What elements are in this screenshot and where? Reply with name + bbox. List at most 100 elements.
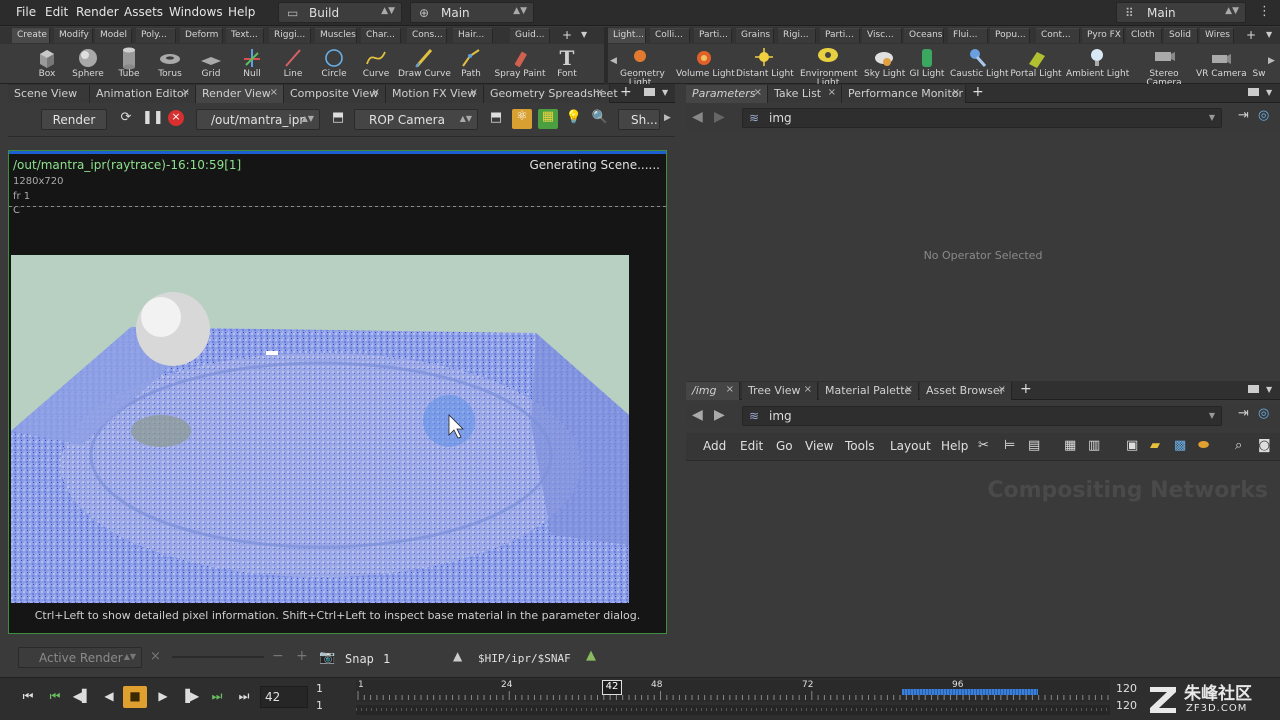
tool-vr-camera[interactable]: VR Camera [1196,46,1247,79]
tool-sky-light[interactable]: Sky Light [864,46,905,79]
snap-value[interactable]: 1 [383,652,390,666]
render-button[interactable]: Render [41,109,107,130]
magnifier-icon[interactable]: 🔍 [590,110,610,130]
menu-windows[interactable]: Windows [169,5,223,19]
tab-geometry-spreadsheet[interactable]: Geometry Spreadsheet × [484,85,618,103]
shelf-tab-lights[interactable]: Light... [608,28,646,43]
shelf-tab-solid[interactable]: Solid [1164,28,1198,43]
maximize-icon[interactable] [644,88,655,96]
shelf-tab-text[interactable]: Text... [226,28,264,43]
region-render-icon[interactable]: ▦ [538,109,558,129]
tab-composite-view[interactable]: Composite View × [284,85,386,103]
menu-overflow-icon[interactable]: ⋮ [1258,4,1271,19]
light-bulb-icon[interactable]: 💡 [564,110,584,130]
tool-circle[interactable]: Circle [318,46,350,79]
back-arrow-icon[interactable]: ◀ [692,109,703,125]
tab-take-list[interactable]: Take List × [768,85,842,103]
shelf-add-icon[interactable]: + [562,28,572,42]
range-start-bottom[interactable]: 1 [316,699,323,712]
pane-menu-icon[interactable]: ▼ [1266,88,1272,97]
tool-tube[interactable]: Tube [114,46,144,79]
network-canvas[interactable]: Compositing Networks [686,462,1280,671]
snap-path[interactable]: $HIP/ipr/$SNAF [478,652,571,665]
tool-line[interactable]: Line [278,46,308,79]
close-icon[interactable]: × [182,87,190,98]
shelf-tab-character[interactable]: Char... [361,28,401,43]
tool-sphere[interactable]: Sphere [70,46,106,79]
shelf-tab-guide[interactable]: Guid... [510,28,550,43]
tab-img-network[interactable]: /img × [686,382,740,400]
close-icon[interactable]: × [150,649,161,664]
close-icon[interactable]: × [372,87,380,98]
menu-layout[interactable]: Layout [890,439,931,453]
back-arrow-icon[interactable]: ◀ [692,407,703,423]
menu-edit[interactable]: Edit [45,5,68,19]
desktop-build-select[interactable]: ▭ Build ▲▼ [278,2,402,23]
tool-path[interactable]: Path [457,46,485,79]
step-back-icon[interactable]: ◀▌ [70,686,94,708]
list-icon[interactable]: ▤ [1028,438,1040,453]
note-icon[interactable]: ▰ [1150,438,1160,453]
tree-icon[interactable]: ⊨ [1004,438,1015,453]
params-path-field[interactable]: ≋ img ▼ [742,108,1222,128]
menu-assets[interactable]: Assets [124,5,163,19]
shelf-tab-modify[interactable]: Modify [54,28,93,43]
shelf-tab-fluids[interactable]: Flui... [948,28,988,43]
prev-key-icon[interactable]: ⏮ [43,686,67,708]
tool-curve[interactable]: Curve [360,46,392,79]
table-icon[interactable]: ▥ [1088,438,1100,453]
window-icon[interactable]: ▣ [1126,438,1138,453]
pane-menu-icon[interactable]: ▼ [662,88,668,97]
add-tab-icon[interactable]: + [1020,381,1032,397]
range-start-top[interactable]: 1 [316,682,323,695]
shelf-tab-constraints[interactable]: Cons... [407,28,447,43]
shelf-tab-oceans[interactable]: Oceans [904,28,944,43]
skip-start-icon[interactable]: ⏮ [16,686,40,708]
timeline-scrollbar[interactable] [356,705,1110,715]
tab-performance-monitor[interactable]: Performance Monitor × [842,85,966,103]
stop-render-icon[interactable]: × [168,110,184,126]
shelf-tab-create[interactable]: Create [12,28,50,43]
grid-view-icon[interactable]: ▦ [1064,438,1076,453]
timeline-cursor[interactable]: 42 [602,680,622,695]
plus-icon[interactable]: + [296,648,308,664]
shelf-menu-icon[interactable]: ▼ [581,30,587,39]
close-icon[interactable]: × [470,87,478,98]
shelf-tab-cloth[interactable]: Cloth [1126,28,1162,43]
toolbar-more-icon[interactable]: ▶ [664,113,671,123]
render-image[interactable] [11,255,629,603]
tool-font[interactable]: T Font [554,46,580,79]
snapshot-slider[interactable] [172,656,264,658]
range-end-top[interactable]: 120 [1116,682,1137,695]
tab-animation-editor[interactable]: Animation Editor × [90,85,196,103]
add-tab-icon[interactable]: + [972,84,984,100]
tab-material-palette[interactable]: Material Palette × [819,382,919,400]
shelf-tab-grains[interactable]: Grains [736,28,774,43]
tool-switcher[interactable]: Sw [1252,46,1266,79]
pause-icon[interactable]: ❚❚ [142,110,164,130]
tool-gi-light[interactable]: GI Light [908,46,946,79]
shelf-tab-collisions[interactable]: Colli... [650,28,690,43]
shelf-tab-wires[interactable]: Wires [1200,28,1234,43]
shelf-menu-icon[interactable]: ▼ [1266,30,1272,39]
close-icon[interactable]: × [754,87,762,98]
menu-view[interactable]: View [805,439,833,453]
tool-volume-light[interactable]: Volume Light [676,46,735,79]
timeline-bar[interactable]: 1 24 48 72 96 42 [356,680,1110,702]
forward-arrow-icon[interactable]: ▶ [714,407,725,423]
desktop-main-select[interactable]: ⊕ Main ▲▼ [410,2,534,23]
shelf-tab-rigging[interactable]: Riggi... [269,28,311,43]
menu-help[interactable]: Help [941,439,968,453]
shelf-tab-hair[interactable]: Hair... [453,28,493,43]
tool-draw-curve[interactable]: Draw Curve [398,46,451,79]
tool-environment-light[interactable]: Environment Light [800,46,857,88]
tab-parameters[interactable]: Parameters × [686,85,768,103]
menu-go[interactable]: Go [776,439,793,453]
camera-icon[interactable]: 📷 [319,650,335,665]
step-forward-icon[interactable]: ▐▶ [178,686,202,708]
shelf-tab-pyrofx[interactable]: Pyro FX [1082,28,1124,43]
maximize-icon[interactable] [1248,88,1259,96]
link-icon[interactable]: ◎ [1258,108,1269,123]
menu-tools[interactable]: Tools [845,439,875,453]
link-icon[interactable]: ◎ [1258,406,1269,421]
